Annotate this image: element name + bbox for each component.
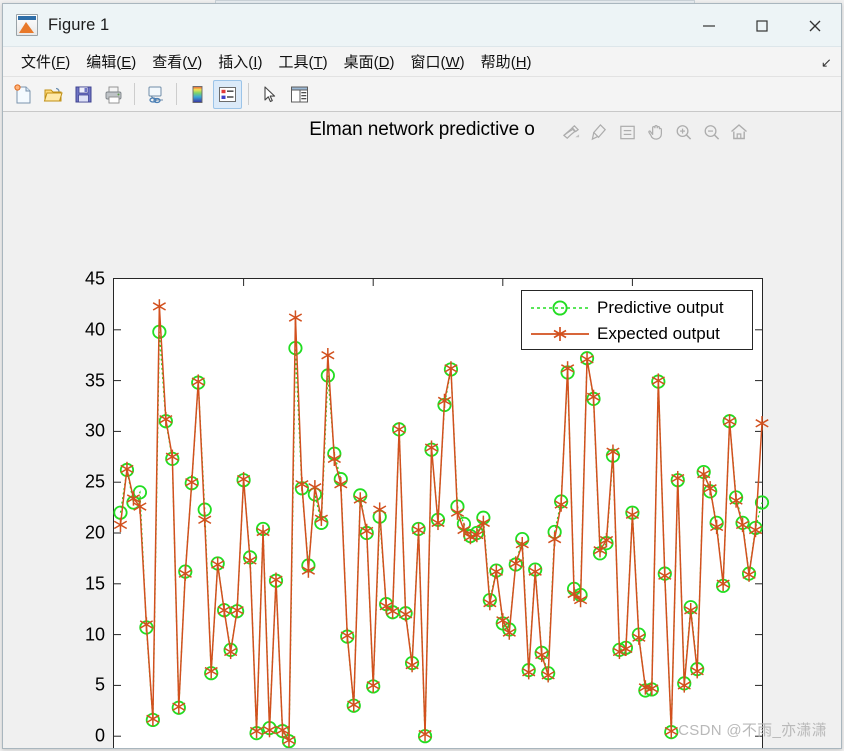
menu-help[interactable]: 帮助(H) bbox=[473, 49, 540, 74]
menu-window-label: 窗口 bbox=[410, 54, 440, 71]
menu-view-accel: V bbox=[187, 54, 197, 71]
data-point-marker bbox=[114, 518, 126, 532]
menu-window-accel: W bbox=[446, 54, 460, 71]
data-tips-icon[interactable] bbox=[615, 120, 639, 144]
y-tick-label: 45 bbox=[85, 269, 105, 290]
figure-window: Figure 1 文件(F) 编辑(E) 查看(V) 插入(I) 工具(T) 桌… bbox=[2, 3, 842, 749]
toolbar-separator bbox=[248, 83, 249, 105]
menubar-expander-icon[interactable]: ↘ bbox=[821, 55, 832, 71]
edit-plot-pointer-icon[interactable] bbox=[255, 80, 284, 109]
data-point-marker bbox=[548, 532, 560, 546]
export-icon[interactable] bbox=[559, 120, 583, 144]
screen: Figure 1 文件(F) 编辑(E) 查看(V) 插入(I) 工具(T) 桌… bbox=[0, 0, 844, 751]
zoom-in-icon[interactable] bbox=[671, 120, 695, 144]
menu-insert-accel: I bbox=[253, 54, 257, 71]
legend[interactable]: Predictive output Expected o bbox=[521, 290, 753, 350]
brush-icon[interactable] bbox=[587, 120, 611, 144]
data-point-marker bbox=[309, 480, 321, 494]
figure-canvas: Elman network predictive o bbox=[3, 112, 841, 748]
data-point-marker bbox=[756, 416, 768, 430]
y-tick-label: 20 bbox=[85, 523, 105, 544]
y-tick-label: 5 bbox=[95, 675, 105, 696]
menu-insert-label: 插入 bbox=[218, 54, 248, 71]
menu-help-label: 帮助 bbox=[481, 54, 511, 71]
legend-swatch-predictive bbox=[529, 295, 591, 321]
menu-view-label: 查看 bbox=[152, 54, 182, 71]
menu-tools-label: 工具 bbox=[278, 54, 308, 71]
menu-edit-accel: E bbox=[121, 54, 131, 71]
title-bar: Figure 1 bbox=[3, 4, 841, 47]
y-axis-ticks: -5051015202530354045 bbox=[58, 278, 105, 748]
data-point-marker bbox=[373, 502, 385, 516]
menu-view[interactable]: 查看(V) bbox=[144, 49, 210, 74]
y-tick-label: 30 bbox=[85, 421, 105, 442]
y-tick-label: 0 bbox=[95, 726, 105, 747]
series-expected bbox=[114, 299, 768, 747]
pan-icon[interactable] bbox=[643, 120, 667, 144]
data-point-marker bbox=[322, 348, 334, 362]
menu-help-accel: H bbox=[516, 54, 527, 71]
window-controls bbox=[682, 4, 841, 47]
menu-file-accel: F bbox=[56, 54, 65, 71]
menu-insert[interactable]: 插入(I) bbox=[210, 49, 270, 74]
legend-swatch-expected bbox=[529, 321, 591, 347]
print-figure-icon[interactable] bbox=[99, 80, 128, 109]
plot-browser-icon[interactable] bbox=[285, 80, 314, 109]
menu-desktop-accel: D bbox=[379, 54, 390, 71]
legend-entry-predictive: Predictive output bbox=[522, 295, 752, 321]
toolbar-separator bbox=[176, 83, 177, 105]
axes-toolbar bbox=[559, 120, 751, 144]
figure-toolbar bbox=[3, 77, 841, 112]
legend-icon[interactable] bbox=[213, 80, 242, 109]
watermark: CSDN @不雨_亦潇潇 bbox=[678, 719, 827, 740]
menu-edit-label: 编辑 bbox=[86, 54, 116, 71]
data-point-marker bbox=[153, 299, 165, 313]
zoom-out-icon[interactable] bbox=[699, 120, 723, 144]
series-line bbox=[120, 332, 762, 741]
restore-view-icon[interactable] bbox=[727, 120, 751, 144]
legend-label-expected: Expected output bbox=[597, 324, 720, 344]
legend-label-predictive: Predictive output bbox=[597, 298, 724, 318]
y-tick-label: 10 bbox=[85, 624, 105, 645]
data-point-marker bbox=[289, 310, 301, 324]
y-tick-label: 25 bbox=[85, 472, 105, 493]
menu-edit[interactable]: 编辑(E) bbox=[78, 49, 144, 74]
maximize-button[interactable] bbox=[735, 4, 788, 47]
menu-bar: 文件(F) 编辑(E) 查看(V) 插入(I) 工具(T) 桌面(D) 窗口(W… bbox=[3, 47, 841, 77]
open-file-icon[interactable] bbox=[39, 80, 68, 109]
colorbar-icon[interactable] bbox=[183, 80, 212, 109]
data-point-marker bbox=[691, 664, 703, 678]
y-tick-label: 15 bbox=[85, 573, 105, 594]
y-tick-label: 40 bbox=[85, 319, 105, 340]
menu-tools-accel: T bbox=[313, 54, 322, 71]
menu-file[interactable]: 文件(F) bbox=[13, 49, 78, 74]
matlab-figure-icon bbox=[16, 14, 38, 36]
minimize-button[interactable] bbox=[682, 4, 735, 47]
series-predictive bbox=[114, 326, 768, 748]
y-tick-label: 35 bbox=[85, 370, 105, 391]
menu-desktop-label: 桌面 bbox=[344, 54, 374, 71]
menu-tools[interactable]: 工具(T) bbox=[270, 49, 335, 74]
save-figure-icon[interactable] bbox=[69, 80, 98, 109]
menu-desktop[interactable]: 桌面(D) bbox=[336, 49, 403, 74]
menu-window[interactable]: 窗口(W) bbox=[402, 49, 472, 74]
window-title: Figure 1 bbox=[48, 16, 109, 35]
menu-file-label: 文件 bbox=[21, 54, 51, 71]
data-point-marker bbox=[114, 506, 126, 518]
legend-entry-expected: Expected output bbox=[522, 321, 752, 347]
link-plot-icon[interactable] bbox=[141, 80, 170, 109]
close-button[interactable] bbox=[788, 4, 841, 47]
toolbar-separator bbox=[134, 83, 135, 105]
new-figure-icon[interactable] bbox=[9, 80, 38, 109]
